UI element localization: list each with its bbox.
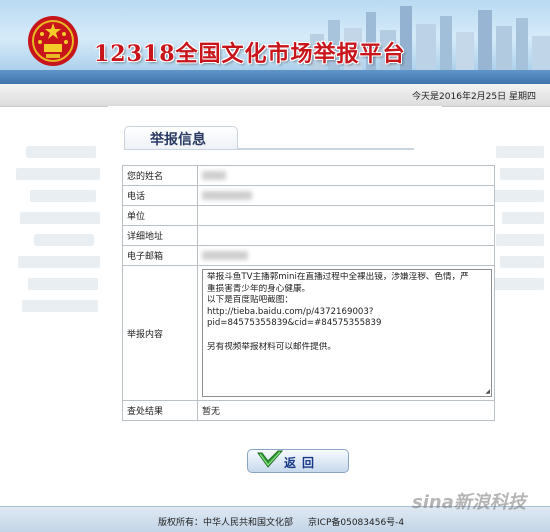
content-value: 举报斗鱼TV主播郭mini在直播过程中全裸出镜，涉嫌淫秽、色情，严 重损害青少年…: [197, 265, 495, 401]
email-label: 电子邮箱: [122, 245, 198, 266]
address-value: [197, 225, 495, 246]
header-banner: 12318全国文化市场举报平台: [0, 0, 550, 84]
section-header: 举报信息: [124, 126, 414, 150]
return-arrow-icon: [257, 450, 284, 468]
table-row: 电话: [122, 185, 495, 206]
table-row: 您的姓名: [122, 165, 495, 186]
content-line: 重损害青少年的身心健康。: [207, 283, 311, 294]
footer-copyright: 版权所有：中华人民共和国文化部: [158, 518, 294, 528]
address-label: 详细地址: [122, 225, 198, 246]
table-row: 电子邮箱: [122, 245, 495, 266]
name-value: [197, 165, 495, 186]
footer-icp: 京ICP备05083456号-4: [308, 518, 405, 528]
report-content-textarea[interactable]: 举报斗鱼TV主播郭mini在直播过程中全裸出镜，涉嫌淫秽、色情，严 重损害青少年…: [202, 269, 492, 397]
report-info-table: 您的姓名 电话 单位 详细地址 电子邮箱 举报内容 举报斗鱼TV主播郭mini在…: [122, 165, 495, 421]
resize-grip-icon[interactable]: ◢: [485, 389, 490, 395]
name-label: 您的姓名: [122, 165, 198, 186]
phone-value: [197, 185, 495, 206]
content-line: 以下是百度贴吧截图：: [207, 295, 293, 306]
section-title: 举报信息: [150, 132, 206, 148]
result-label: 查处结果: [122, 400, 198, 421]
content-label: 举报内容: [122, 265, 198, 401]
content-blank-line: [207, 330, 479, 342]
back-button[interactable]: 返回: [247, 449, 349, 473]
sina-watermark: sina新浪科技: [412, 492, 526, 513]
date-strip: 今天是2016年2月25日 星期四: [0, 84, 550, 107]
redacted-email: [202, 250, 248, 260]
phone-label: 电话: [122, 185, 198, 206]
national-emblem-icon: [28, 16, 78, 66]
redacted-name: [202, 170, 226, 180]
banner-bottom-bar: [0, 70, 550, 84]
content-line: pid=84575355839&cid=#84575355839: [207, 318, 382, 329]
back-button-label: 返回: [284, 456, 321, 470]
table-row: 详细地址: [122, 225, 495, 246]
left-side-decoration: [0, 106, 108, 506]
unit-value: [197, 205, 495, 226]
table-row: 举报内容 举报斗鱼TV主播郭mini在直播过程中全裸出镜，涉嫌淫秽、色情，严 重…: [122, 265, 495, 401]
table-row: 查处结果 暂无: [122, 400, 495, 421]
unit-label: 单位: [122, 205, 198, 226]
content-line: 另有视频举报材料可以邮件提供。: [207, 341, 336, 352]
content-line: http://tieba.baidu.com/p/4372169003?: [207, 306, 374, 317]
current-date: 今天是2016年2月25日 星期四: [412, 92, 536, 102]
content-line: 举报斗鱼TV主播郭mini在直播过程中全裸出镜，涉嫌淫秽、色情，严: [207, 272, 469, 282]
table-row: 单位: [122, 205, 495, 226]
result-value: 暂无: [197, 400, 495, 421]
site-title: 12318全国文化市场举报平台: [94, 41, 406, 67]
email-value: [197, 245, 495, 266]
redacted-phone: [202, 190, 252, 200]
